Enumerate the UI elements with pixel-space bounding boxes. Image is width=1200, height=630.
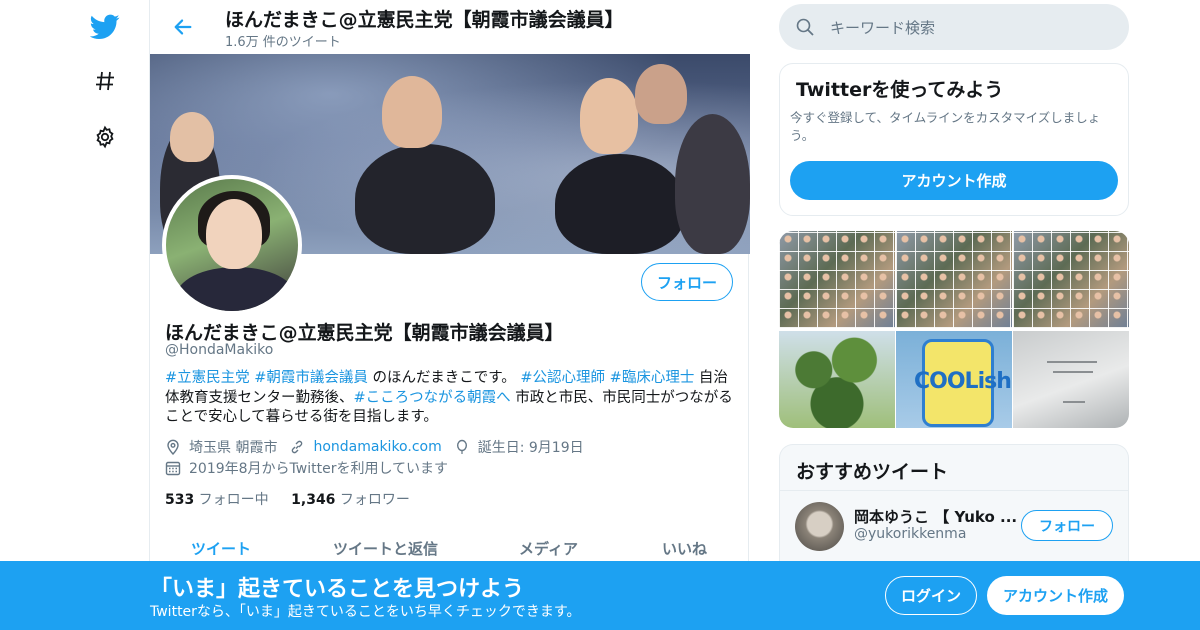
recommended-user-name: 岡本ゆうこ 【 Yuko ... xyxy=(854,508,1018,526)
banner-figure xyxy=(382,76,442,148)
hashtag-link[interactable]: #こころつながる朝霞へ xyxy=(354,390,511,406)
recommended-user-handle: @yukorikkenma xyxy=(854,526,967,542)
profile-location: 埼玉県 朝霞市 xyxy=(189,440,278,456)
following-link[interactable]: 533 フォロー中 xyxy=(165,492,269,508)
signup-button[interactable]: アカウント作成 xyxy=(987,576,1124,615)
tweet-count: 1.6万 件のツイート xyxy=(225,35,341,50)
tab-likes[interactable]: いいね xyxy=(662,538,707,559)
hashtag-link[interactable]: #朝霞市議会議員 xyxy=(254,370,368,386)
profile-joined-row: 2019年8月からTwitterを利用しています xyxy=(165,458,448,478)
banner-figure xyxy=(555,154,685,254)
header-title: ほんだまきこ@立憲民主党【朝霞市議会議員】 xyxy=(225,9,624,31)
signup-bottom-bar: 「いま」起きていることを見つけよう Twitterなら、「いま」起きていることを… xyxy=(0,561,1200,630)
profile-website-link[interactable]: hondamakiko.com xyxy=(313,439,441,455)
bio-text: のほんだまきこです。 xyxy=(367,370,521,386)
tree-photo xyxy=(779,331,895,428)
profile-handle: @HondaMakiko xyxy=(165,342,274,358)
banner-figure xyxy=(355,144,495,254)
video-call-photo xyxy=(896,231,1012,328)
banner-figure xyxy=(580,78,638,154)
bottom-subtext: Twitterなら、「いま」起きていることをいち早くチェックできます。 xyxy=(150,604,581,620)
avatar[interactable] xyxy=(795,502,844,551)
media-thumb[interactable] xyxy=(1013,231,1129,328)
profile-avatar[interactable] xyxy=(162,175,302,315)
search-icon xyxy=(795,17,815,41)
signup-card-title: Twitterを使ってみよう xyxy=(796,79,1004,101)
banner-figure xyxy=(635,64,687,124)
location-icon xyxy=(165,439,181,455)
hashtag-link[interactable]: #立憲民主党 xyxy=(165,370,250,386)
following-count: 533 xyxy=(165,492,195,508)
calendar-icon xyxy=(165,460,181,476)
balloon-icon xyxy=(454,439,470,455)
video-call-photo xyxy=(1013,231,1129,328)
video-call-photo xyxy=(779,231,895,328)
profile-header-bar: ほんだまきこ@立憲民主党【朝霞市議会議員】 1.6万 件のツイート xyxy=(150,0,750,54)
media-grid: COOLish xyxy=(779,231,1129,428)
follow-button[interactable]: フォロー xyxy=(641,263,733,301)
signup-card-desc: 今すぐ登録して、タイムラインをカスタマイズしましょう。 xyxy=(790,110,1101,143)
follow-counts: 533 フォロー中 1,346 フォロワー xyxy=(165,489,410,509)
tab-media[interactable]: メディア xyxy=(519,538,578,559)
followers-count: 1,346 xyxy=(291,492,336,508)
profile-birthday: 誕生日: 9月19日 xyxy=(477,440,584,456)
back-arrow-icon[interactable] xyxy=(168,12,198,42)
hashtag-link[interactable]: #臨床心理士 xyxy=(610,370,695,386)
document-photo xyxy=(1013,331,1129,428)
twitter-logo-icon[interactable] xyxy=(88,10,122,44)
profile-bio: #立憲民主党 #朝霞市議会議員 のほんだまきこです。 #公認心理師 #臨床心理士… xyxy=(165,369,740,428)
recommended-title: おすすめツイート xyxy=(796,461,949,483)
profile-joined: 2019年8月からTwitterを利用しています xyxy=(189,461,449,477)
profile-name: ほんだまきこ@立憲民主党【朝霞市議会議員】 xyxy=(165,322,564,344)
followers-label: フォロワー xyxy=(335,492,410,508)
banner-figure xyxy=(170,112,214,162)
search-placeholder: キーワード検索 xyxy=(830,19,936,37)
create-account-button[interactable]: アカウント作成 xyxy=(790,161,1118,200)
avatar-suit xyxy=(176,267,296,311)
media-thumb[interactable]: COOLish xyxy=(896,331,1012,428)
link-icon xyxy=(289,439,305,455)
profile-column: ほんだまきこ@立憲民主党【朝霞市議会議員】 1.6万 件のツイート フォロー ほ… xyxy=(149,0,750,630)
gear-icon[interactable] xyxy=(88,120,122,154)
profile-tabs: ツイート ツイートと返信 メディア いいね xyxy=(150,530,750,564)
media-thumb[interactable] xyxy=(779,331,895,428)
signup-card: Twitterを使ってみよう 今すぐ登録して、タイムラインをカスタマイズしましょ… xyxy=(779,63,1129,216)
paper-line xyxy=(1053,371,1093,373)
media-thumb[interactable] xyxy=(779,231,895,328)
recommended-user-row[interactable]: 岡本ゆうこ 【 Yuko ... @yukorikkenma フォロー xyxy=(780,490,1128,562)
media-thumb[interactable] xyxy=(896,231,1012,328)
hashtag-link[interactable]: #公認心理師 xyxy=(520,370,605,386)
hashtag-icon[interactable] xyxy=(88,64,122,98)
banner-figure xyxy=(675,114,750,254)
follow-button[interactable]: フォロー xyxy=(1021,510,1113,541)
followers-link[interactable]: 1,346 フォロワー xyxy=(291,492,410,508)
profile-meta-row: 埼玉県 朝霞市 hondamakiko.com 誕生日: 9月19日 xyxy=(165,437,584,457)
login-button[interactable]: ログイン xyxy=(885,576,977,615)
avatar-face xyxy=(206,199,262,269)
search-box[interactable]: キーワード検索 xyxy=(779,4,1129,50)
ice-cream-logo: COOLish xyxy=(914,369,1012,394)
media-thumb[interactable] xyxy=(1013,331,1129,428)
tab-tweets[interactable]: ツイート xyxy=(191,538,251,559)
left-nav xyxy=(0,0,150,630)
bottom-headline: 「いま」起きていることを見つけよう xyxy=(150,577,525,602)
following-label: フォロー中 xyxy=(194,492,269,508)
tab-tweets-replies[interactable]: ツイートと返信 xyxy=(333,538,438,559)
paper-line xyxy=(1063,401,1085,403)
paper-line xyxy=(1047,361,1097,363)
ice-cream-photo: COOLish xyxy=(896,331,1012,428)
